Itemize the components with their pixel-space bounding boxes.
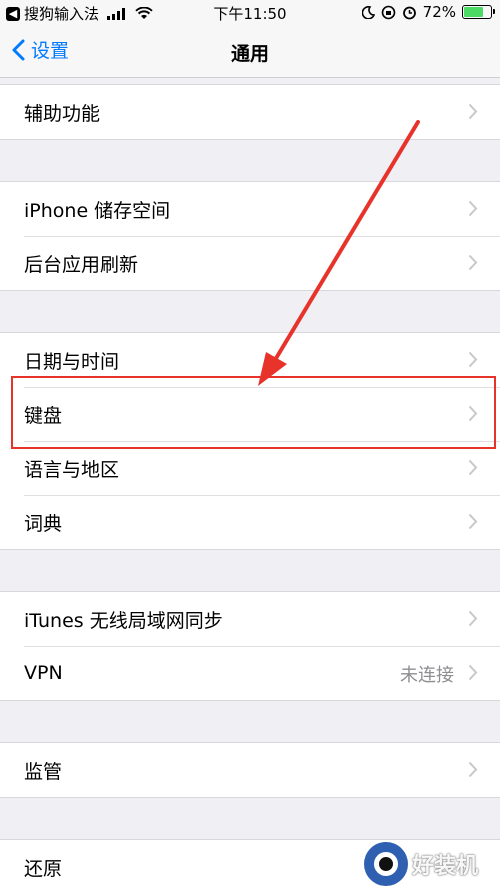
vpn-status: 未连接 bbox=[400, 665, 454, 686]
row-label: 监管 bbox=[24, 760, 63, 783]
row-dictionary[interactable]: 词典 bbox=[0, 495, 500, 549]
rotation-lock-icon bbox=[381, 5, 395, 19]
chevron-right-icon bbox=[468, 513, 478, 530]
row-background-refresh[interactable]: 后台应用刷新 bbox=[0, 236, 500, 290]
row-label: 词典 bbox=[24, 512, 63, 535]
chevron-right-icon bbox=[468, 254, 478, 271]
row-label: VPN bbox=[24, 662, 63, 684]
page-title: 通用 bbox=[230, 43, 269, 65]
row-language-region[interactable]: 语言与地区 bbox=[0, 441, 500, 495]
settings-group-supervision: 监管 bbox=[0, 742, 500, 798]
chevron-right-icon bbox=[468, 664, 478, 681]
battery-fill bbox=[464, 7, 483, 17]
alarm-icon bbox=[402, 6, 416, 19]
row-label: iTunes 无线局域网同步 bbox=[24, 609, 223, 632]
moon-icon bbox=[361, 5, 375, 19]
settings-group-datetime: 日期与时间 键盘 语言与地区 词典 bbox=[0, 332, 500, 550]
chevron-right-icon bbox=[468, 761, 478, 778]
status-bar: ◀ 搜狗输入法 下午11:50 72% bbox=[0, 0, 500, 26]
row-itunes-wifi-sync[interactable]: iTunes 无线局域网同步 bbox=[0, 592, 500, 646]
row-label: iPhone 储存空间 bbox=[24, 199, 171, 222]
row-label: 辅助功能 bbox=[24, 102, 101, 125]
row-iphone-storage[interactable]: iPhone 储存空间 bbox=[0, 182, 500, 236]
row-label: 日期与时间 bbox=[24, 350, 120, 373]
row-date-time[interactable]: 日期与时间 bbox=[0, 333, 500, 387]
row-accessibility[interactable]: 辅助功能 bbox=[0, 85, 500, 139]
chevron-right-icon bbox=[468, 103, 478, 120]
watermark-text: 好装机 bbox=[412, 853, 479, 879]
status-right: 72% bbox=[361, 3, 495, 21]
settings-group-sync-vpn: iTunes 无线局域网同步 VPN 未连接 bbox=[0, 591, 500, 701]
row-label: 语言与地区 bbox=[24, 458, 120, 481]
battery-icon bbox=[462, 5, 495, 19]
settings-group-accessibility: 辅助功能 bbox=[0, 84, 500, 140]
row-label: 还原 bbox=[24, 857, 63, 880]
row-vpn[interactable]: VPN 未连接 bbox=[0, 646, 500, 700]
chevron-right-icon bbox=[468, 351, 478, 368]
row-label: 键盘 bbox=[24, 404, 63, 427]
watermark-logo-icon bbox=[364, 841, 408, 886]
row-keyboard[interactable]: 键盘 bbox=[0, 387, 500, 441]
battery-percent: 72% bbox=[422, 3, 456, 21]
row-label: 后台应用刷新 bbox=[24, 253, 139, 276]
chevron-right-icon bbox=[468, 200, 478, 217]
chevron-right-icon bbox=[468, 459, 478, 476]
settings-group-storage: iPhone 储存空间 后台应用刷新 bbox=[0, 181, 500, 291]
row-supervision[interactable]: 监管 bbox=[0, 743, 500, 797]
chevron-right-icon bbox=[468, 405, 478, 422]
navigation-bar: 设置 通用 bbox=[0, 26, 500, 78]
chevron-right-icon bbox=[468, 610, 478, 627]
watermark: 好装机 bbox=[364, 838, 500, 889]
